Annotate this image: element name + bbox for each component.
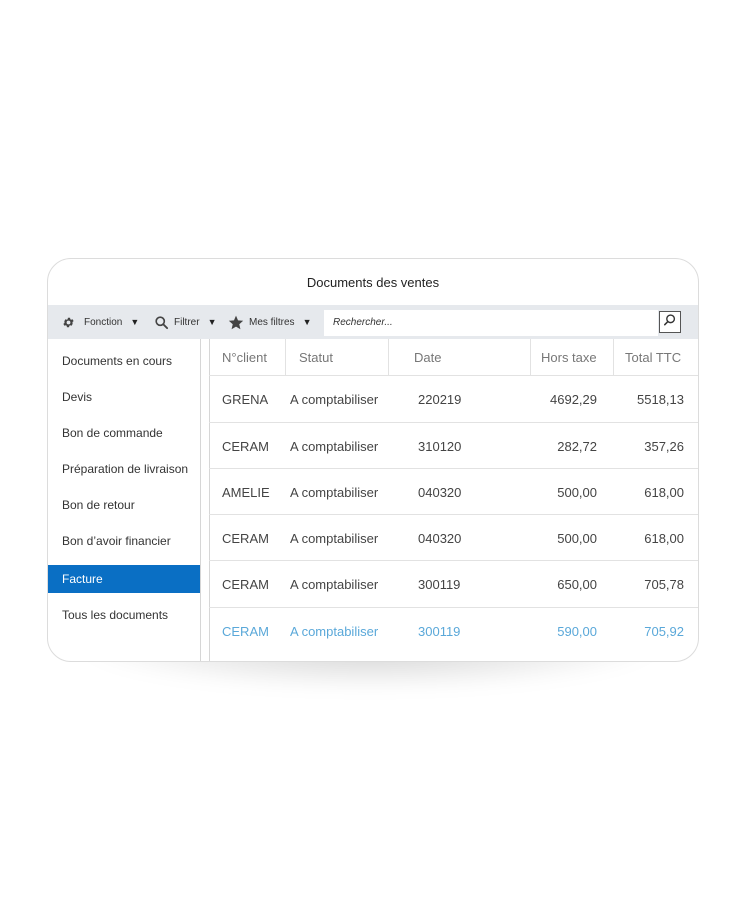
search-icon <box>663 313 677 332</box>
cell-statut: A comptabiliser <box>290 623 379 639</box>
cell-statut: A comptabiliser <box>290 391 379 407</box>
cell-hors-taxe: 4692,29 <box>550 391 597 407</box>
cell-hors-taxe: 500,00 <box>557 530 597 546</box>
sidebar-item-bon-de-commande[interactable]: Bon de commande <box>48 419 200 447</box>
sidebar-item-bon-de-retour[interactable]: Bon de retour <box>48 491 200 519</box>
sidebar-item-preparation-de-livraison[interactable]: Préparation de livraison <box>48 455 200 483</box>
fonction-label: Fonction <box>84 316 123 328</box>
filtrer-menu[interactable]: Filtrer ▼ <box>154 305 216 339</box>
sidebar-item-tous-les-documents[interactable]: Tous les documents <box>48 601 200 629</box>
cell-statut: A comptabiliser <box>290 484 379 500</box>
search-input[interactable] <box>325 311 661 333</box>
window-title: Documents des ventes <box>306 274 440 290</box>
cell-date: 040320 <box>418 484 462 500</box>
cell-client: CERAM <box>222 530 269 546</box>
cell-client: CERAM <box>222 623 269 639</box>
sidebar-item-facture[interactable]: Facture <box>48 565 200 593</box>
dropdown-caret-icon: ▼ <box>207 317 217 327</box>
mes-filtres-label: Mes filtres <box>249 316 295 328</box>
column-header-date[interactable]: Date <box>414 339 441 375</box>
column-divider <box>388 339 389 375</box>
cell-date: 310120 <box>418 438 462 454</box>
column-header-hors-taxe[interactable]: Hors taxe <box>541 339 597 375</box>
cell-hors-taxe: 650,00 <box>557 576 597 592</box>
cell-hors-taxe: 500,00 <box>557 484 597 500</box>
cell-date: 040320 <box>418 530 462 546</box>
cell-total-ttc: 618,00 <box>644 530 684 546</box>
cell-total-ttc: 705,92 <box>644 623 684 639</box>
cell-total-ttc: 357,26 <box>644 438 684 454</box>
documents-table: N°client Statut Date Hors taxe Total TTC… <box>209 339 698 661</box>
cell-statut: A comptabiliser <box>290 438 379 454</box>
column-divider <box>285 339 286 375</box>
cell-date: 300119 <box>418 623 461 639</box>
sidebar-item-documents-en-cours[interactable]: Documents en cours <box>48 347 200 375</box>
column-divider <box>530 339 531 375</box>
column-divider <box>613 339 614 375</box>
dropdown-caret-icon: ▼ <box>302 317 312 327</box>
cell-hors-taxe: 282,72 <box>557 438 597 454</box>
cell-client: AMELIE <box>222 484 270 500</box>
cell-date: 220219 <box>418 391 462 407</box>
search-field <box>324 310 661 336</box>
cell-total-ttc: 618,00 <box>644 484 684 500</box>
cell-date: 300119 <box>418 576 461 592</box>
cell-total-ttc: 5518,13 <box>637 391 684 407</box>
gear-icon <box>62 316 75 329</box>
cell-hors-taxe: 590,00 <box>557 623 597 639</box>
dropdown-caret-icon: ▼ <box>130 317 140 327</box>
filtrer-label: Filtrer <box>174 316 200 328</box>
mes-filtres-menu[interactable]: Mes filtres ▼ <box>228 305 311 339</box>
cell-client: GRENA <box>222 391 269 407</box>
cell-statut: A comptabiliser <box>290 576 379 592</box>
column-header-statut[interactable]: Statut <box>299 339 333 375</box>
cell-total-ttc: 705,78 <box>644 576 684 592</box>
sidebar-item-bon-davoir-financier[interactable]: Bon d’avoir financier <box>48 527 200 555</box>
star-icon <box>228 315 244 330</box>
cell-client: CERAM <box>222 576 269 592</box>
cell-client: CERAM <box>222 438 269 454</box>
cell-statut: A comptabiliser <box>290 530 379 546</box>
fonction-menu[interactable]: Fonction ▼ <box>62 305 139 339</box>
column-header-client[interactable]: N°client <box>222 339 267 375</box>
column-header-total-ttc[interactable]: Total TTC <box>625 339 681 375</box>
document-type-sidebar: Documents en cours Devis Bon de commande… <box>48 339 201 661</box>
toolbar: Fonction ▼ Filtrer ▼ Mes filtres ▼ <box>48 305 698 339</box>
search-icon <box>154 315 169 330</box>
sales-documents-window: Documents des ventes Fonction ▼ Filtrer … <box>47 258 699 662</box>
search-button[interactable] <box>659 311 681 333</box>
sidebar-item-devis[interactable]: Devis <box>48 383 200 411</box>
